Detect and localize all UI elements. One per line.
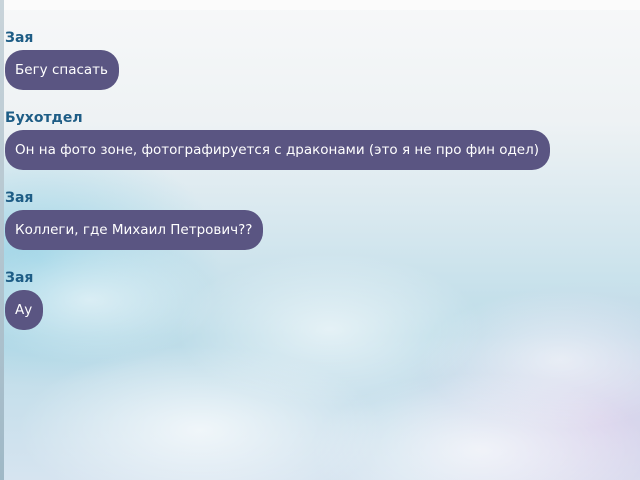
message-bubble[interactable]: Коллеги, где Михаил Петрович?? [5, 210, 264, 250]
message-bubble[interactable]: Он на фото зоне, фотографируется с драко… [5, 130, 550, 170]
message-sender: Зая [5, 190, 34, 206]
message-sender: Зая [5, 30, 34, 46]
message-sender: Бухотдел [5, 110, 83, 126]
chat-feed[interactable]: Зая Бегу спасать Бухотдел Он на фото зон… [5, 30, 635, 344]
chat-message: Бухотдел Он на фото зоне, фотографируетс… [5, 110, 635, 170]
chat-message: Зая Ау [5, 270, 635, 330]
message-bubble[interactable]: Бегу спасать [5, 50, 119, 90]
left-edge [0, 0, 4, 480]
top-strip [0, 0, 640, 10]
message-sender: Зая [5, 270, 34, 286]
chat-message: Зая Коллеги, где Михаил Петрович?? [5, 190, 635, 250]
message-bubble[interactable]: Ау [5, 290, 44, 330]
chat-message: Зая Бегу спасать [5, 30, 635, 90]
